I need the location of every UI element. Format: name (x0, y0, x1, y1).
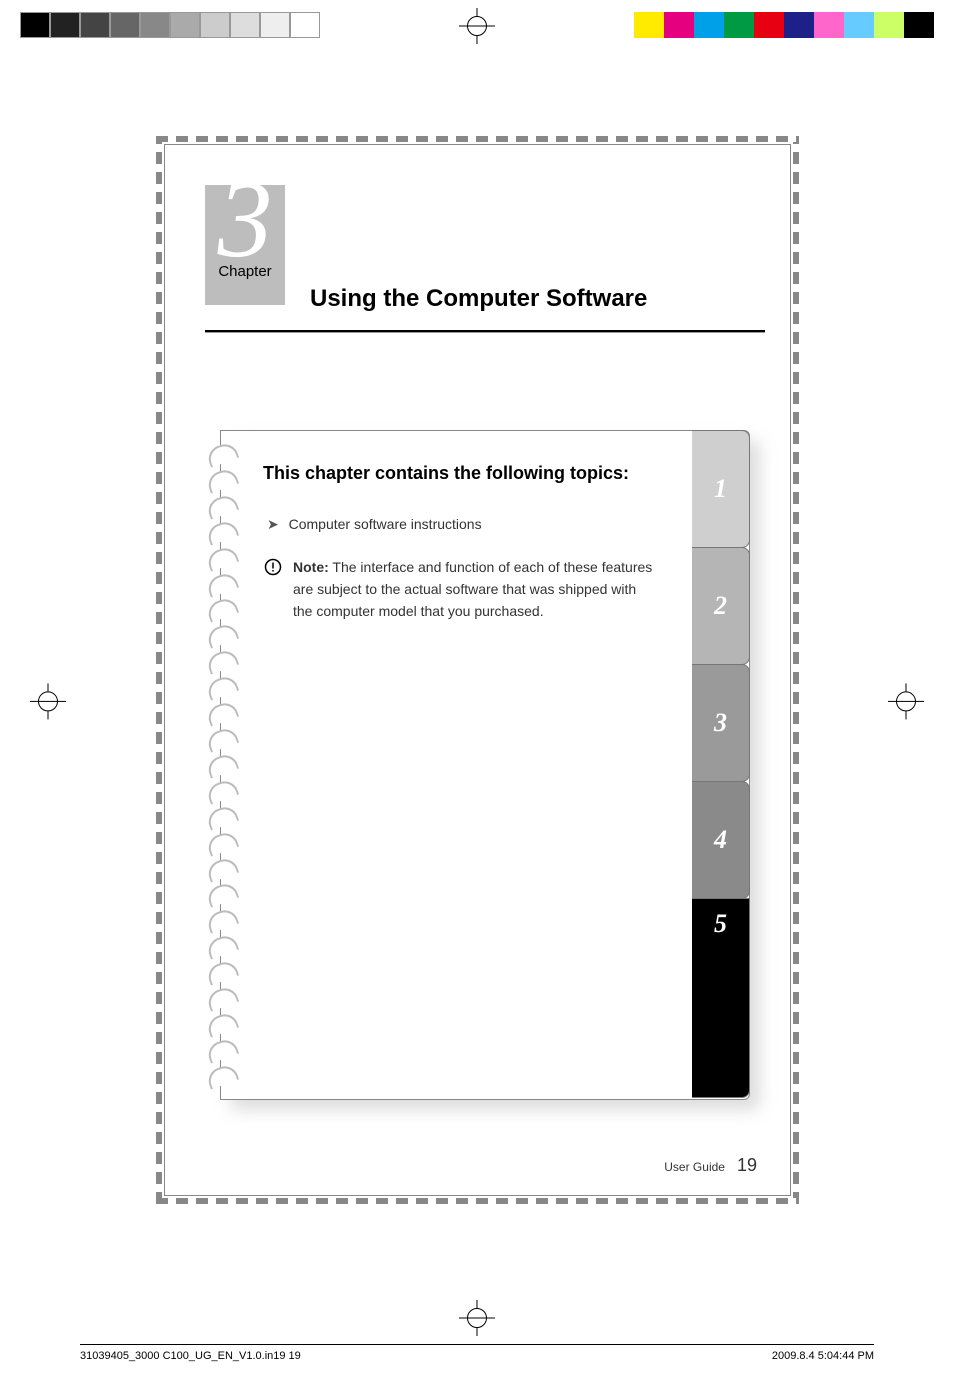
chapter-rule (205, 330, 765, 333)
note-text: The interface and function of each of th… (293, 559, 652, 618)
section-tabs: 1 2 3 4 5 (692, 430, 750, 1097)
page-number: 19 (737, 1155, 757, 1176)
registration-mark-icon (30, 683, 66, 719)
meta-filename: 31039405_3000 C100_UG_EN_V1.0.in19 19 (80, 1350, 301, 1362)
page-frame: 3 Chapter Using the Computer Software Th… (150, 130, 805, 1210)
chapter-title: Using the Computer Software (310, 285, 647, 313)
page-footer: User Guide 19 (664, 1155, 757, 1176)
chapter-number: 3 (205, 169, 285, 269)
chapter-number-box: 3 Chapter (205, 185, 285, 305)
note-label: Note: (293, 559, 329, 575)
bullet-arrow-icon: ➤ (267, 516, 279, 532)
note-icon (263, 557, 283, 622)
footer-label: User Guide (664, 1160, 725, 1174)
meta-timestamp: 2009.8.4 5:04:44 PM (772, 1350, 874, 1362)
topic-item: ➤ Computer software instructions (267, 516, 659, 533)
section-tab-3: 3 (692, 664, 750, 782)
topics-heading: This chapter contains the following topi… (263, 461, 659, 486)
grayscale-swatches (20, 12, 320, 38)
section-tab-4: 4 (692, 781, 750, 899)
print-meta-line: 31039405_3000 C100_UG_EN_V1.0.in19 19 20… (80, 1344, 874, 1362)
registration-mark-icon (459, 1300, 495, 1336)
note-block: Note: The interface and function of each… (263, 557, 659, 622)
section-tab-5: 5 (692, 898, 750, 1098)
topics-card: This chapter contains the following topi… (220, 430, 750, 1100)
section-tab-1: 1 (692, 430, 750, 548)
registration-mark-icon (888, 683, 924, 719)
topic-text: Computer software instructions (289, 516, 482, 532)
registration-mark-icon (459, 8, 495, 44)
color-swatches (634, 12, 934, 38)
section-tab-2: 2 (692, 547, 750, 665)
spiral-binding-icon (199, 443, 241, 1087)
